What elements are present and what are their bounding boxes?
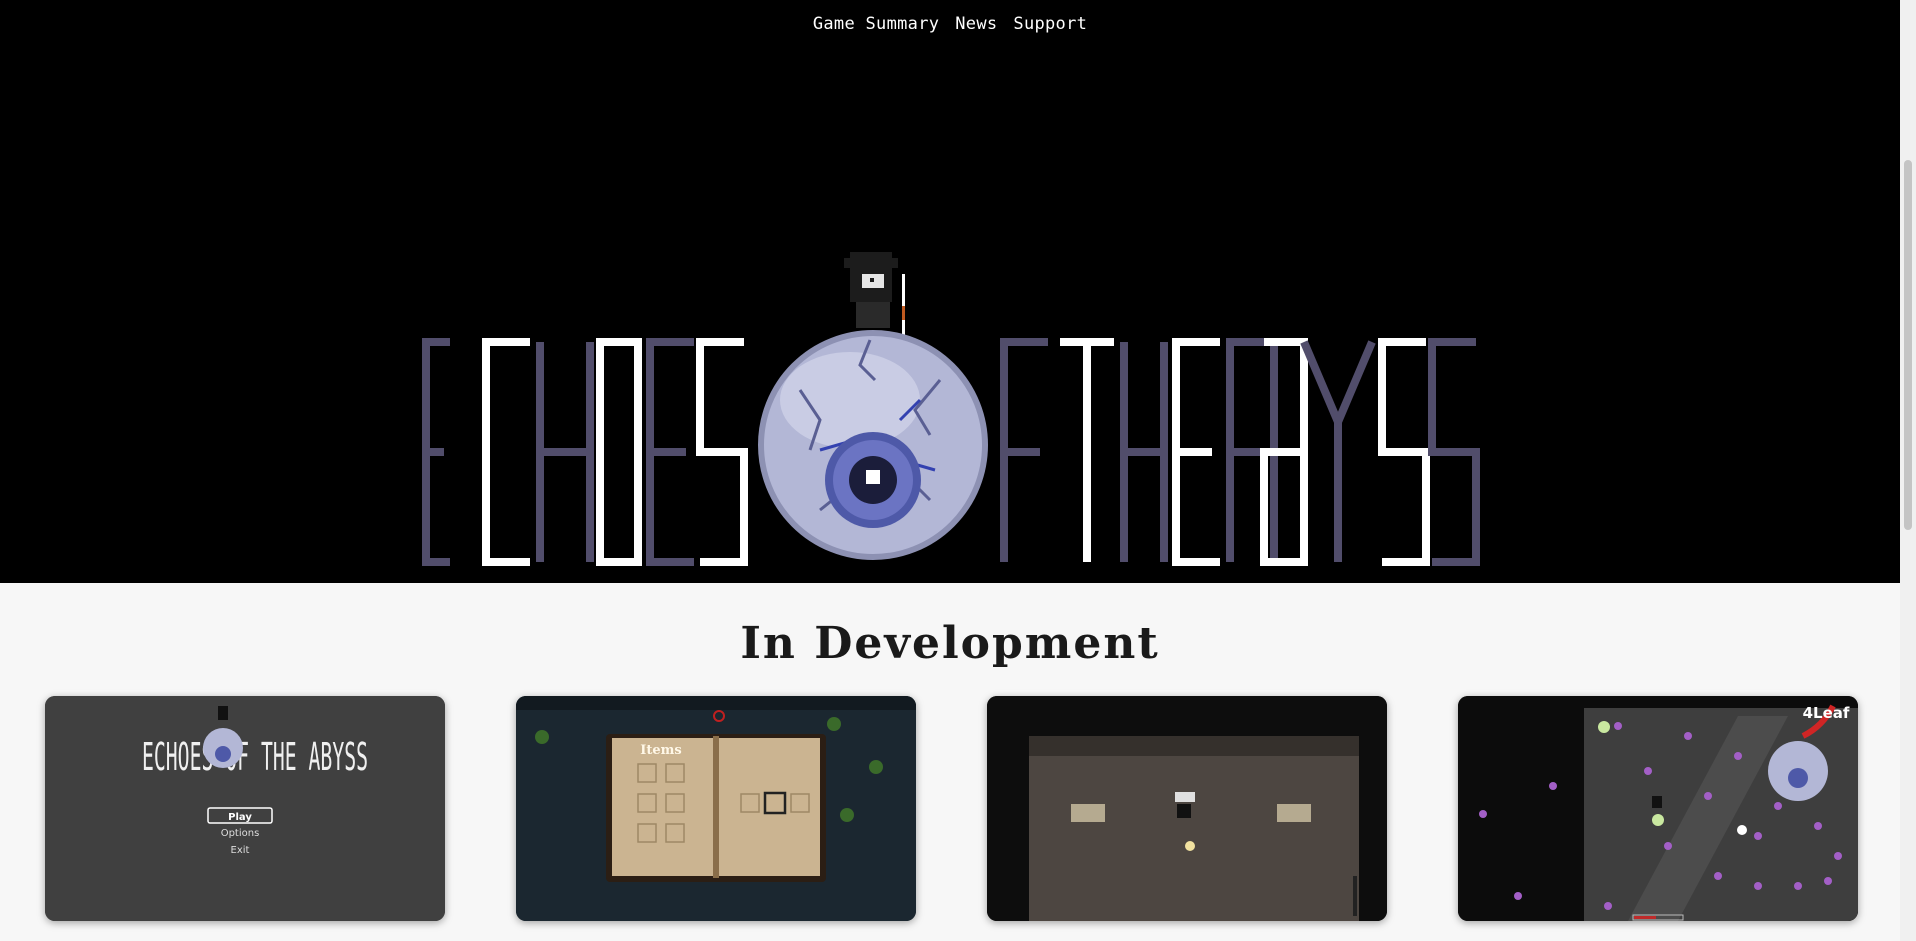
screenshot-card-room[interactable] bbox=[987, 696, 1387, 921]
eyeball-o bbox=[758, 330, 988, 560]
card-logo-text: ECHOES OF THE ABYSS bbox=[142, 735, 368, 779]
menu-exit[interactable]: Exit bbox=[231, 845, 250, 856]
page-scrollbar[interactable] bbox=[1900, 0, 1916, 941]
room-image bbox=[987, 696, 1387, 921]
boss-fight-image: 4Leaf bbox=[1458, 696, 1858, 921]
title-screen-image: ECHOES OF THE ABYSS Play Options Exit bbox=[45, 696, 445, 921]
scrollbar-thumb[interactable] bbox=[1904, 160, 1912, 530]
screenshot-card-title-screen[interactable]: ECHOES OF THE ABYSS Play Options Exit bbox=[45, 696, 445, 921]
section-heading: In Development bbox=[740, 618, 1160, 669]
hero-banner: Game Summary News Support bbox=[0, 0, 1900, 583]
inventory-image: Items bbox=[516, 696, 916, 921]
screenshot-card-inventory[interactable]: Items bbox=[516, 696, 916, 921]
screenshot-card-boss[interactable]: 4Leaf bbox=[1458, 696, 1858, 921]
overlay-label: 4Leaf bbox=[1803, 704, 1850, 722]
menu-options[interactable]: Options bbox=[221, 828, 260, 839]
game-logo bbox=[422, 252, 1480, 566]
book-title: Items bbox=[640, 743, 681, 758]
menu-play[interactable]: Play bbox=[228, 812, 252, 823]
